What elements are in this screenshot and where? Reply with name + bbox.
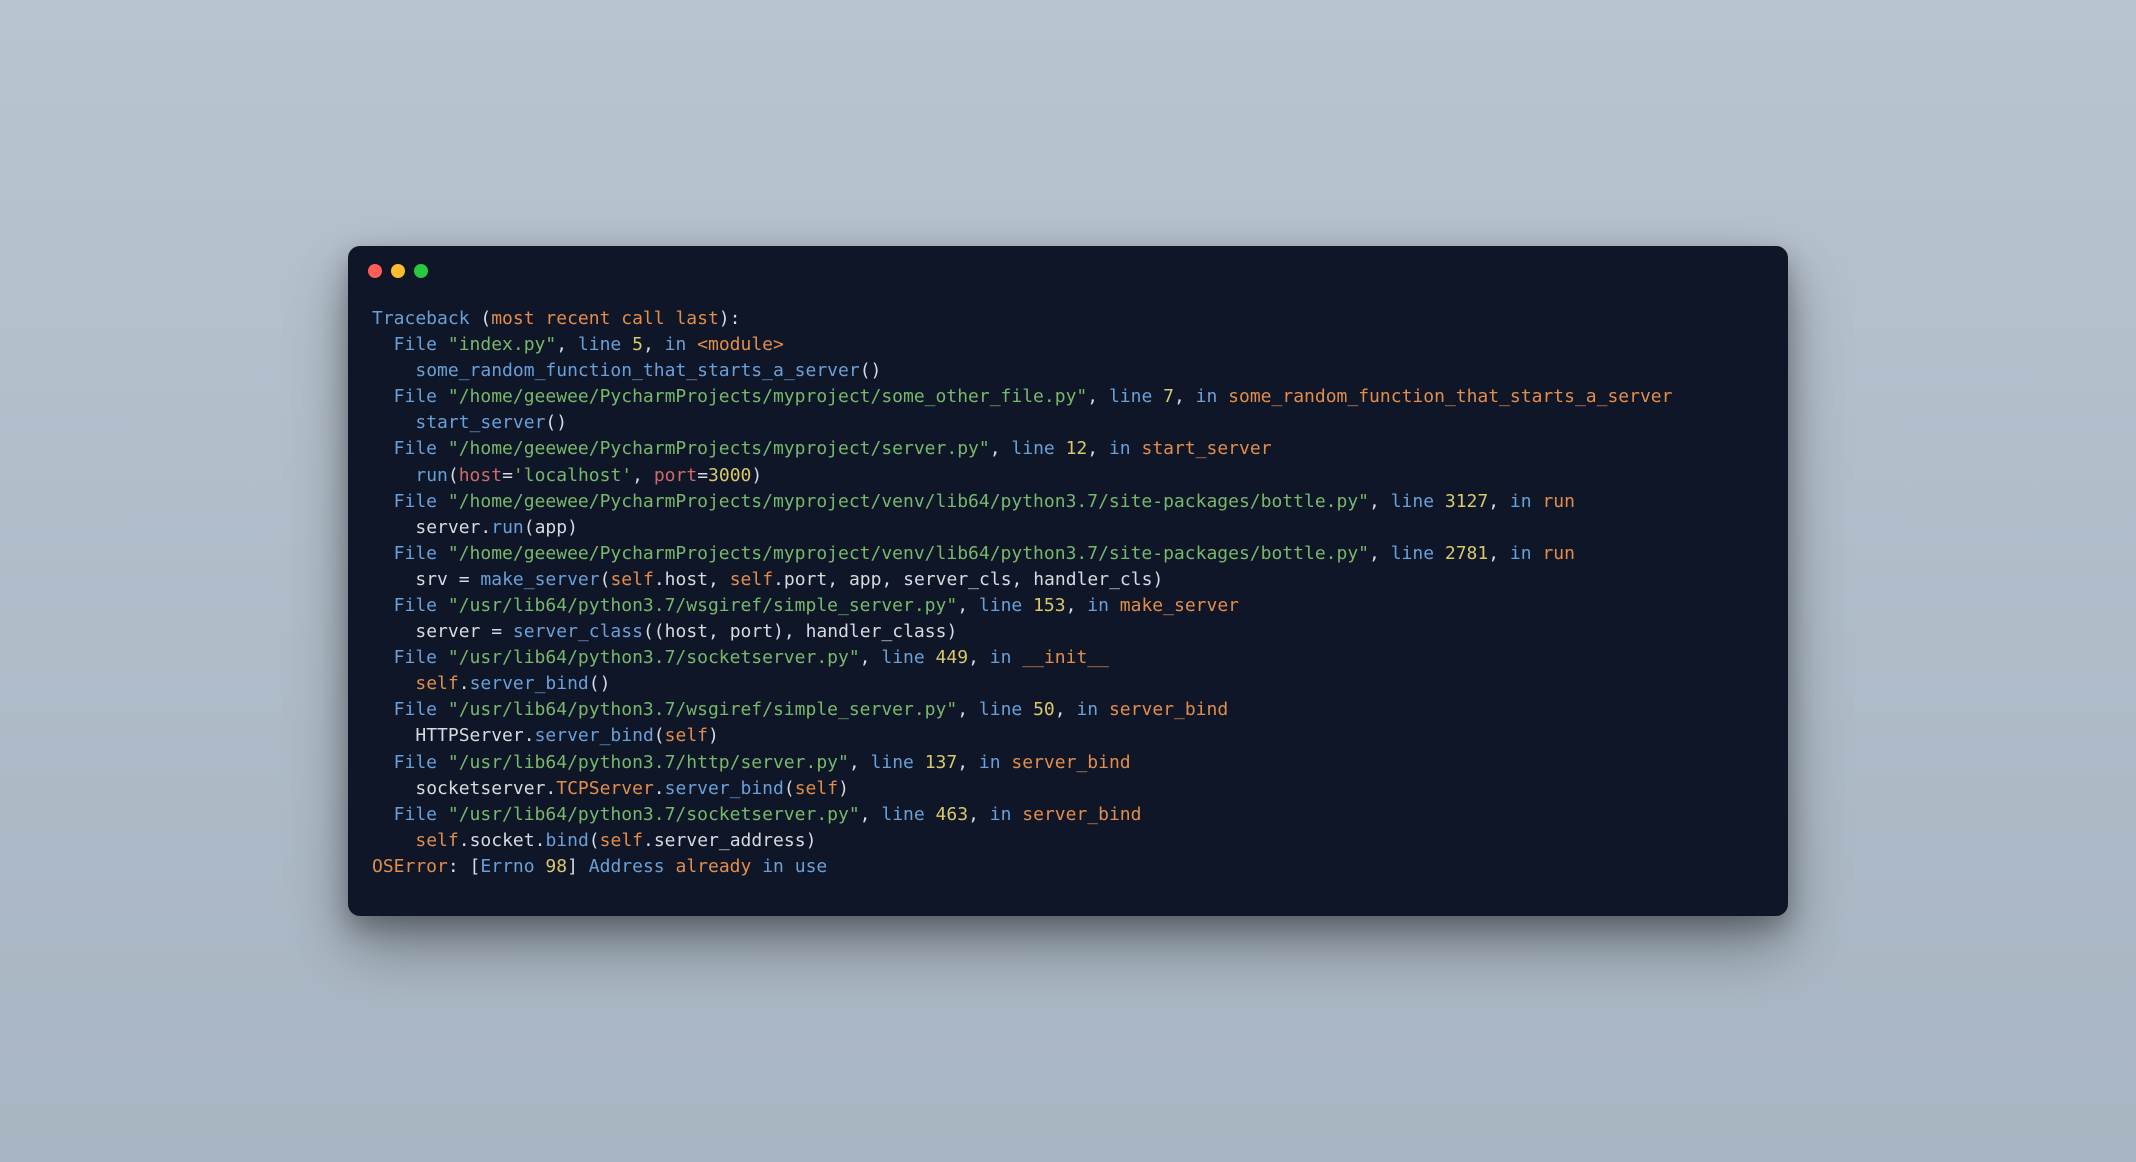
minimize-icon[interactable] bbox=[391, 264, 405, 278]
traceback-frame-location: File "/usr/lib64/python3.7/http/server.p… bbox=[372, 750, 1764, 776]
traceback-frame-location: File "/home/geewee/PycharmProjects/mypro… bbox=[372, 541, 1764, 567]
terminal-window: Traceback (most recent call last): File … bbox=[348, 246, 1788, 916]
traceback-frame-code: server = server_class((host, port), hand… bbox=[372, 619, 1764, 645]
traceback-header: Traceback (most recent call last): bbox=[372, 306, 1764, 332]
close-icon[interactable] bbox=[368, 264, 382, 278]
traceback-frame-location: File "/home/geewee/PycharmProjects/mypro… bbox=[372, 436, 1764, 462]
traceback-frame-code: self.socket.bind(self.server_address) bbox=[372, 828, 1764, 854]
traceback-frame-code: start_server() bbox=[372, 410, 1764, 436]
traceback-frame-location: File "/usr/lib64/python3.7/socketserver.… bbox=[372, 802, 1764, 828]
traceback-frame-code: run(host='localhost', port=3000) bbox=[372, 463, 1764, 489]
terminal-output: Traceback (most recent call last): File … bbox=[348, 286, 1788, 916]
traceback-frame-location: File "/usr/lib64/python3.7/wsgiref/simpl… bbox=[372, 593, 1764, 619]
traceback-frame-location: File "index.py", line 5, in <module> bbox=[372, 332, 1764, 358]
traceback-frame-code: self.server_bind() bbox=[372, 671, 1764, 697]
traceback-frame-code: HTTPServer.server_bind(self) bbox=[372, 723, 1764, 749]
traceback-frame-code: srv = make_server(self.host, self.port, … bbox=[372, 567, 1764, 593]
traceback-frame-code: some_random_function_that_starts_a_serve… bbox=[372, 358, 1764, 384]
maximize-icon[interactable] bbox=[414, 264, 428, 278]
traceback-frame-location: File "/home/geewee/PycharmProjects/mypro… bbox=[372, 384, 1764, 410]
traceback-frame-location: File "/usr/lib64/python3.7/socketserver.… bbox=[372, 645, 1764, 671]
error-line: OSError: [Errno 98] Address already in u… bbox=[372, 854, 1764, 880]
window-titlebar bbox=[348, 246, 1788, 286]
traceback-frame-location: File "/usr/lib64/python3.7/wsgiref/simpl… bbox=[372, 697, 1764, 723]
traceback-frame-location: File "/home/geewee/PycharmProjects/mypro… bbox=[372, 489, 1764, 515]
traceback-frame-code: server.run(app) bbox=[372, 515, 1764, 541]
traceback-frame-code: socketserver.TCPServer.server_bind(self) bbox=[372, 776, 1764, 802]
